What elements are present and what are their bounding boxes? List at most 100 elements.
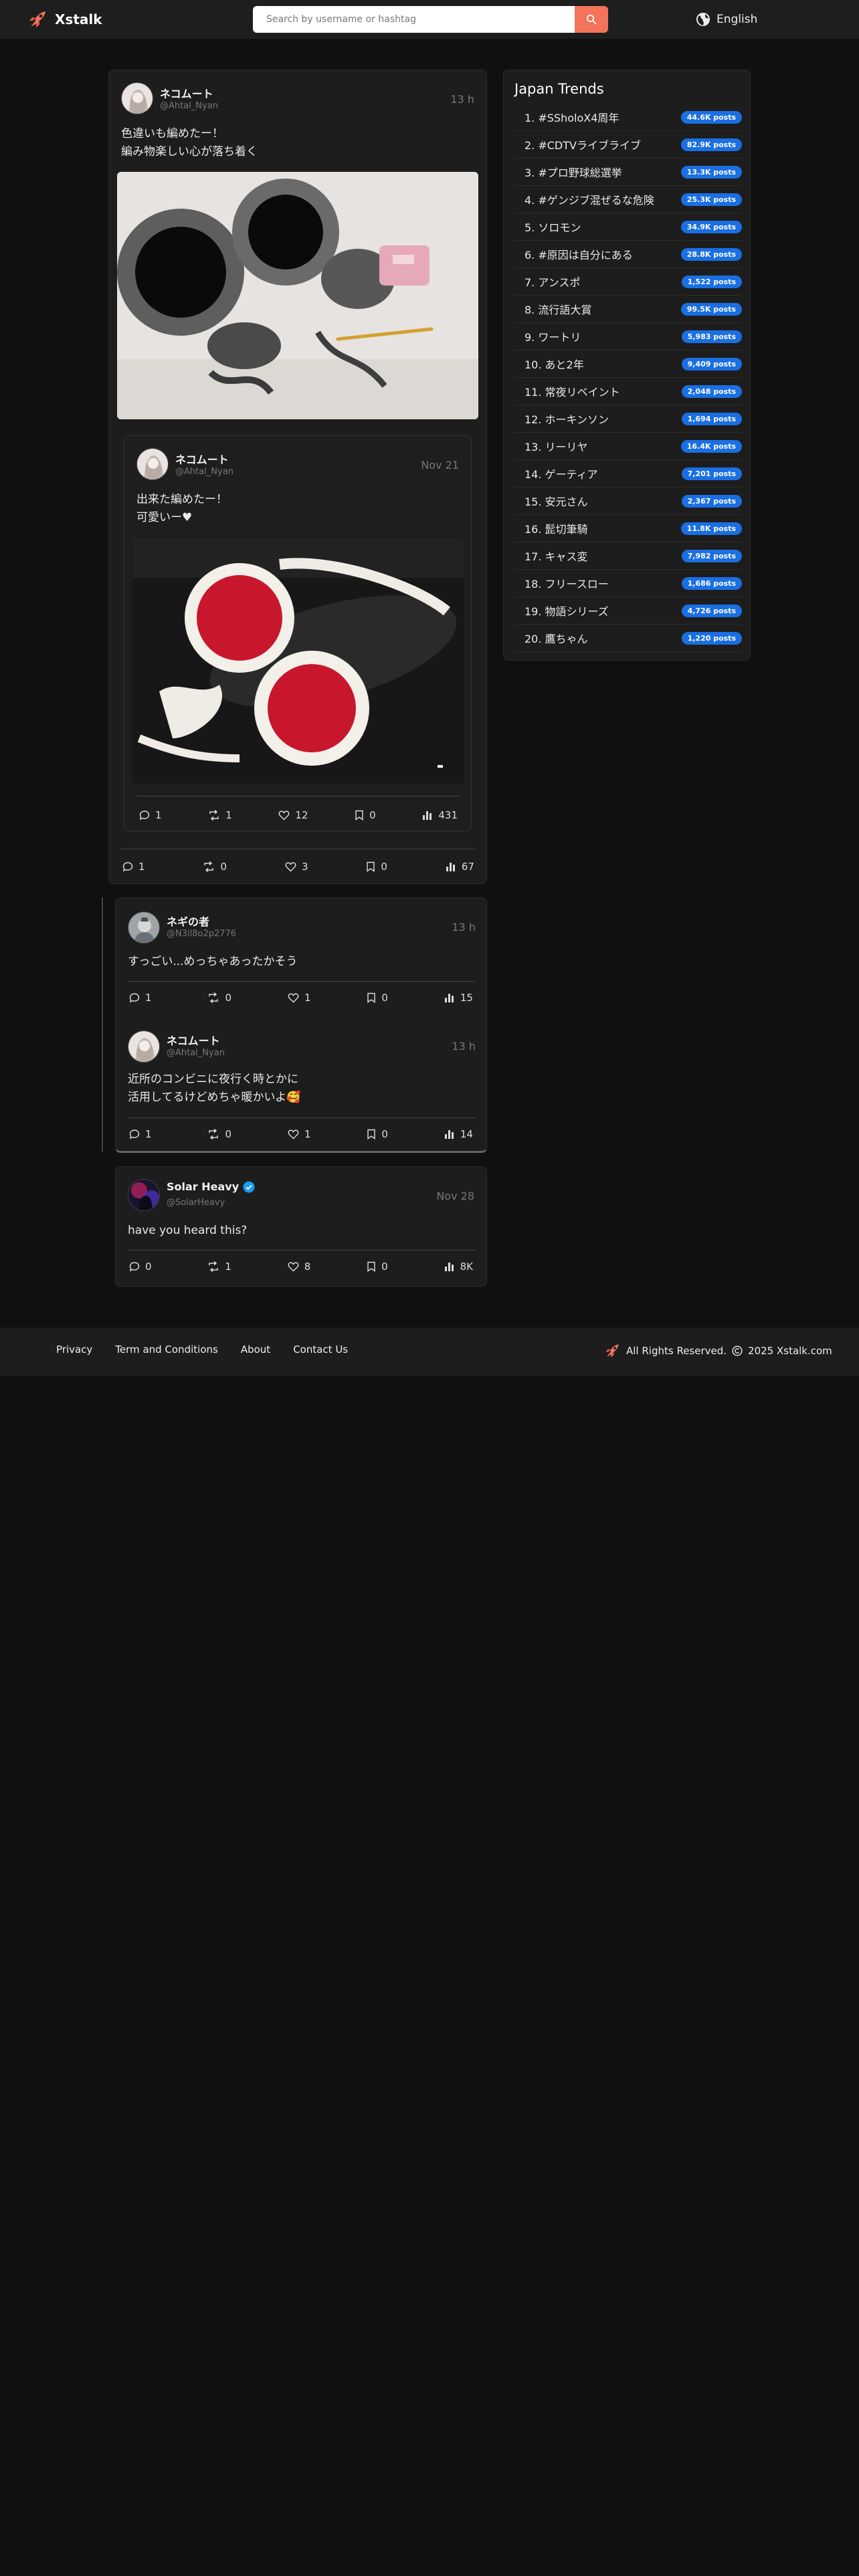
post-timestamp: Nov 28 — [436, 1190, 474, 1202]
trend-item[interactable]: 10. あと2年 9,409 posts — [514, 350, 742, 378]
post-author-handle[interactable]: @Ahtal_Nyan — [160, 101, 218, 111]
trend-count-badge: 2,367 posts — [681, 494, 742, 508]
like-button[interactable]: 1 — [288, 1128, 310, 1140]
like-button[interactable]: 3 — [285, 861, 308, 873]
trend-item[interactable]: 3. #プロ野球総選挙 13.3K posts — [514, 158, 742, 186]
quoted-author-name[interactable]: ネコムート — [175, 451, 229, 467]
trend-count-badge: 82.9K posts — [680, 138, 742, 151]
views-stat[interactable]: 15 — [444, 992, 473, 1004]
repost-button[interactable]: 0 — [207, 1128, 231, 1140]
trend-item[interactable]: 6. #原因は自分にある 28.8K posts — [514, 241, 742, 268]
trend-count-badge: 1,522 posts — [681, 275, 742, 288]
trend-label: 19. 物語シリーズ — [524, 605, 609, 618]
reply-author-handle[interactable]: @N3il8o2p2776 — [167, 929, 236, 939]
search-button[interactable] — [575, 6, 608, 33]
avatar[interactable] — [128, 1179, 160, 1211]
repost-button[interactable]: 0 — [203, 861, 227, 873]
trend-item[interactable]: 15. 安元さん 2,367 posts — [514, 488, 742, 515]
reply-button[interactable]: 1 — [139, 809, 162, 821]
trend-label: 1. #SSholoX4周年 — [524, 112, 619, 124]
trend-item[interactable]: 1. #SSholoX4周年 44.6K posts — [514, 104, 742, 131]
bookmark-button[interactable]: 0 — [367, 1128, 388, 1140]
trend-item[interactable]: 17. キャス変 7,982 posts — [514, 542, 742, 570]
reply-post[interactable]: ネギの者 @N3il8o2p2776 13 h すっごい...めっちゃあったかそ… — [116, 898, 488, 1018]
footer-link-privacy[interactable]: Privacy — [56, 1344, 92, 1356]
like-button[interactable]: 12 — [278, 809, 308, 821]
like-count: 8 — [304, 1261, 311, 1273]
trend-item[interactable]: 18. フリースロー 1,686 posts — [514, 570, 742, 597]
footer-link-contact[interactable]: Contact Us — [293, 1344, 348, 1356]
views-stat[interactable]: 431 — [422, 809, 458, 821]
quoted-image[interactable] — [132, 538, 464, 784]
bookmark-button[interactable]: 0 — [366, 861, 387, 873]
bookmark-button[interactable]: 0 — [367, 992, 388, 1004]
trend-item[interactable]: 9. ワートリ 5,983 posts — [514, 323, 742, 350]
repost-count: 1 — [225, 809, 232, 821]
bookmark-icon — [367, 992, 376, 1003]
post-author-name[interactable]: ネコムート — [160, 85, 213, 101]
trend-item[interactable]: 16. 髭切筆騎 11.8K posts — [514, 515, 742, 542]
trend-item[interactable]: 8. 流行語大賞 99.5K posts — [514, 296, 742, 323]
repost-icon — [208, 810, 220, 821]
bookmark-button[interactable]: 0 — [355, 809, 376, 821]
repost-button[interactable]: 0 — [207, 992, 231, 1004]
reply-post[interactable]: ネコムート @Ahtal_Nyan 13 h 近所のコンビニに夜行く時とかに 活… — [116, 1018, 488, 1152]
post-text: have you heard this? — [128, 1224, 248, 1237]
trend-item[interactable]: 11. 常夜リベイント 2,048 posts — [514, 378, 742, 405]
avatar[interactable] — [121, 82, 153, 114]
reply-button[interactable]: 0 — [129, 1261, 152, 1273]
trend-item[interactable]: 14. ゲーティア 7,201 posts — [514, 460, 742, 488]
trend-item[interactable]: 19. 物語シリーズ 4,726 posts — [514, 597, 742, 625]
reply-action-bar: 1 0 1 0 14 — [129, 1125, 473, 1143]
trend-item[interactable]: 2. #CDTVライブライブ 82.9K posts — [514, 131, 742, 158]
like-button[interactable]: 1 — [288, 992, 310, 1004]
trend-item[interactable]: 5. ソロモン 34.9K posts — [514, 213, 742, 241]
quoted-post-card[interactable]: ネコムート @Ahtal_Nyan Nov 21 出来た編めたー！ 可愛いー♥ — [124, 435, 472, 831]
reply-author-name[interactable]: ネコムート — [167, 1032, 220, 1048]
post-author-handle[interactable]: @SolarHeavy — [167, 1198, 225, 1208]
views-stat[interactable]: 8K — [444, 1261, 473, 1273]
trend-count-badge: 28.8K posts — [680, 247, 742, 261]
repost-icon — [207, 992, 219, 1003]
footer-link-about[interactable]: About — [241, 1344, 270, 1356]
quoted-author-handle[interactable]: @Ahtal_Nyan — [175, 467, 233, 477]
trend-count-badge: 5,983 posts — [681, 330, 742, 343]
site-footer: Privacy Term and Conditions About Contac… — [0, 1327, 859, 1376]
trend-count-badge: 16.4K posts — [680, 439, 742, 453]
reply-button[interactable]: 1 — [122, 861, 145, 873]
reply-author-handle[interactable]: @Ahtal_Nyan — [167, 1048, 225, 1058]
language-label: English — [717, 13, 758, 26]
bar-chart-icon — [446, 861, 456, 872]
trend-item[interactable]: 4. #ゲンジブ混ぜるな危険 25.3K posts — [514, 186, 742, 213]
reply-author-name[interactable]: ネギの者 — [167, 913, 209, 929]
brand-rocket-icon — [27, 9, 48, 30]
trend-item[interactable]: 13. リーリヤ 16.4K posts — [514, 433, 742, 460]
brand-logo[interactable]: Xstalk — [27, 9, 102, 30]
language-selector[interactable]: English — [696, 10, 757, 29]
post-author-name[interactable]: Solar Heavy — [167, 1180, 255, 1193]
avatar[interactable] — [136, 448, 169, 480]
trend-item[interactable]: 12. ホーキンソン 1,694 posts — [514, 405, 742, 433]
repost-button[interactable]: 1 — [207, 1261, 231, 1273]
views-stat[interactable]: 14 — [444, 1128, 473, 1140]
footer-link-terms[interactable]: Term and Conditions — [115, 1344, 218, 1356]
views-stat[interactable]: 67 — [446, 861, 474, 873]
reply-button[interactable]: 1 — [129, 992, 152, 1004]
trend-item[interactable]: 7. アンスポ 1,522 posts — [514, 268, 742, 296]
repost-count: 0 — [225, 1128, 232, 1140]
avatar[interactable] — [128, 1031, 160, 1063]
reply-button[interactable]: 1 — [129, 1128, 152, 1140]
post-image[interactable] — [117, 172, 478, 419]
trend-item[interactable]: 20. 鷹ちゃん 1,220 posts — [514, 625, 742, 652]
like-button[interactable]: 8 — [288, 1261, 311, 1273]
repost-button[interactable]: 1 — [208, 809, 232, 821]
reply-timestamp: 13 h — [452, 921, 476, 934]
bookmark-button[interactable]: 0 — [367, 1261, 388, 1273]
bookmark-icon — [366, 861, 375, 872]
post-card[interactable]: ネコムート @Ahtal_Nyan 13 h 色違いも編めたー！ 編み物楽しい心… — [108, 70, 487, 884]
view-count: 15 — [460, 992, 473, 1004]
trend-label: 18. フリースロー — [524, 578, 609, 591]
post-card[interactable]: Solar Heavy @SolarHeavy Nov 28 have you … — [115, 1166, 487, 1287]
avatar[interactable] — [128, 911, 160, 944]
search-input[interactable] — [253, 6, 575, 33]
